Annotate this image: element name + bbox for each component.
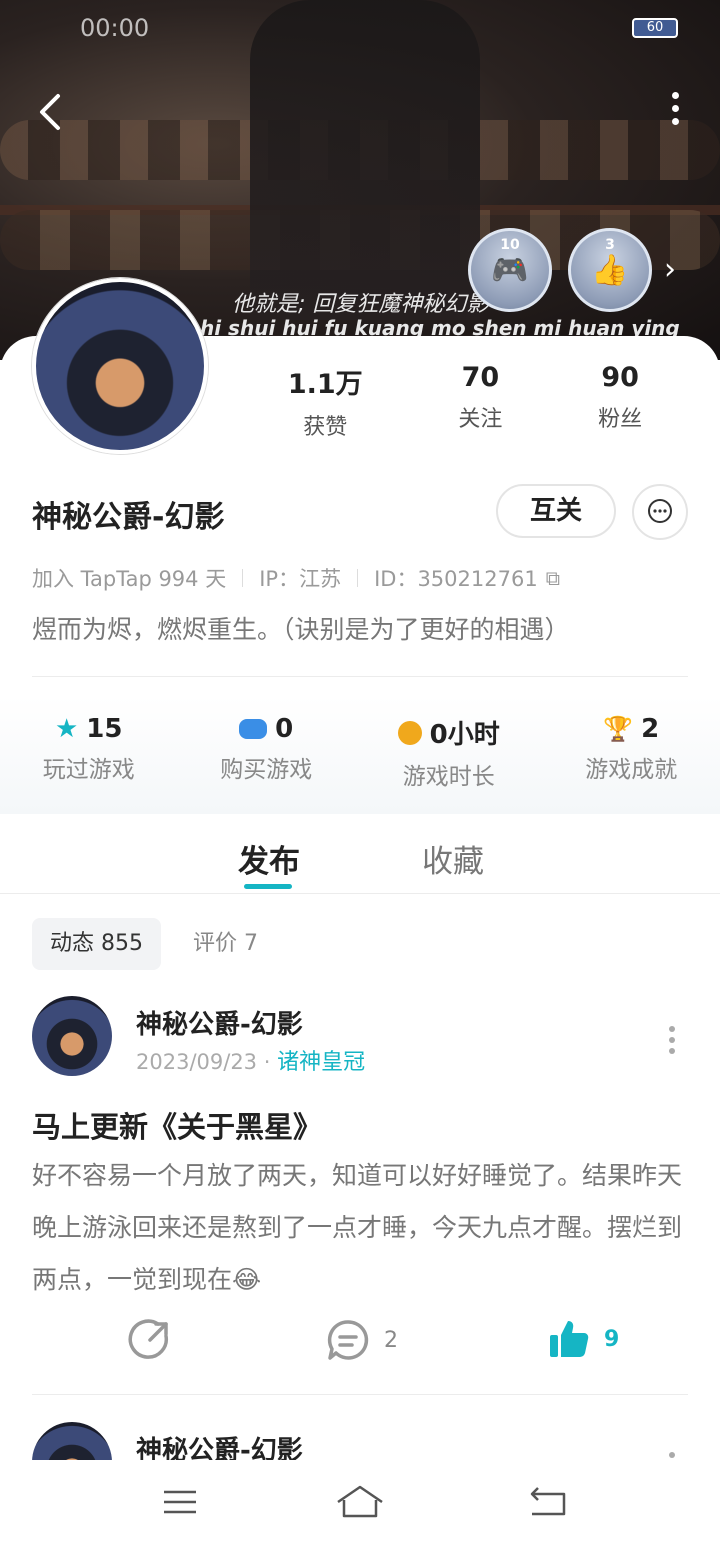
stat-value: 70: [461, 362, 500, 393]
game-stat-label: 玩过游戏: [42, 757, 135, 783]
comment-count: 2: [384, 1327, 398, 1353]
more-dot: [669, 1026, 675, 1032]
post-meta: 2023/09/23 · 诸神皇冠: [136, 1044, 365, 1076]
sub-tabs: 动态 855 评价 7: [32, 918, 276, 970]
post-actions: 2 9: [0, 1318, 720, 1368]
more-dot: [669, 1452, 675, 1458]
game-stat-label: 游戏时长: [402, 764, 495, 790]
stat-label: 获赞: [303, 415, 348, 440]
profile-stats: 1.1万 获赞 70 关注 90 粉丝: [240, 362, 690, 441]
battery-indicator: 60: [632, 18, 678, 38]
more-dot: [671, 92, 679, 99]
cover-figure: [250, 0, 480, 320]
share-icon: [128, 1319, 169, 1359]
game-stat-value: 2: [641, 714, 660, 744]
home-icon: [337, 1485, 383, 1518]
tab-collect[interactable]: 收藏: [422, 836, 484, 881]
post-title[interactable]: 马上更新《关于黑星》: [32, 1104, 322, 1146]
share-button[interactable]: [128, 1318, 172, 1362]
chat-bubble-icon: [648, 499, 672, 523]
divider: [32, 676, 688, 677]
active-tab-indicator: [244, 884, 292, 889]
gamepad-icon: [239, 719, 268, 739]
stat-label: 关注: [458, 407, 503, 432]
game-stat-value: 15: [86, 714, 123, 744]
back-arrow-icon: [530, 1487, 566, 1516]
post-author[interactable]: 神秘公爵-幻影: [136, 1004, 303, 1041]
home-button[interactable]: [336, 1484, 384, 1524]
more-dot: [671, 105, 679, 112]
comment-button[interactable]: 2: [326, 1318, 398, 1362]
star-icon: ★: [54, 714, 79, 744]
back-button[interactable]: [36, 90, 76, 134]
achievement-badge[interactable]: 10 🎮: [468, 228, 552, 312]
stat-followers[interactable]: 90 粉丝: [598, 362, 642, 441]
avatar[interactable]: [32, 278, 208, 454]
like-count: 9: [604, 1326, 620, 1352]
stat-label: 粉丝: [598, 407, 643, 432]
game-stat-label: 购买游戏: [220, 757, 313, 783]
cover-subtitle: 他就是; 回复狂魔神秘幻影: [232, 292, 489, 317]
stat-following[interactable]: 70 关注: [458, 362, 502, 441]
meta-separator: [242, 569, 244, 587]
profile-meta: 加入 TapTap 994 天 IP：江苏 ID：350212761 ⧉: [32, 563, 560, 593]
join-days: 加入 TapTap 994 天: [32, 567, 227, 591]
comment-icon: [327, 1320, 369, 1360]
more-dot: [669, 1048, 675, 1054]
back-nav-button[interactable]: [528, 1484, 568, 1524]
game-stat-label: 游戏成就: [585, 757, 678, 783]
chevron-left-icon: [40, 94, 60, 130]
menu-icon: [164, 1490, 196, 1514]
thumbs-up-icon: 👍: [591, 253, 629, 288]
meta-dot: ·: [263, 1050, 278, 1074]
subtab-review[interactable]: 评价 7: [175, 918, 276, 970]
message-button[interactable]: [632, 484, 688, 540]
like-button[interactable]: 9: [548, 1318, 619, 1360]
post-game-tag[interactable]: 诸神皇冠: [277, 1050, 365, 1075]
game-stat-achievements[interactable]: 🏆 2 游戏成就: [585, 714, 677, 814]
ip-location: IP：江苏: [259, 567, 342, 591]
trophy-icon: 🏆: [603, 715, 634, 743]
game-stat-purchased[interactable]: 0 购买游戏: [220, 714, 312, 814]
user-id: ID：350212761: [374, 567, 538, 591]
achievement-badge[interactable]: 3 👍: [568, 228, 652, 312]
more-options-button[interactable]: [670, 92, 680, 128]
game-stat-value: 0小时: [429, 720, 500, 750]
gamepad-icon: 🎮: [491, 253, 529, 288]
meta-separator: [357, 569, 359, 587]
stat-value: 90: [601, 362, 639, 393]
status-time: 00:00: [80, 14, 150, 42]
chevron-right-icon[interactable]: ›: [664, 252, 676, 287]
menu-button[interactable]: [162, 1484, 198, 1524]
stat-value: 1.1万: [287, 369, 363, 400]
stat-likes[interactable]: 1.1万 获赞: [288, 362, 363, 441]
post-body[interactable]: 好不容易一个月放了两天，知道可以好好睡觉了。结果昨天晚上游泳回来还是熬到了一点才…: [32, 1150, 692, 1306]
copy-icon[interactable]: ⧉: [546, 566, 560, 590]
divider: [32, 1394, 688, 1395]
game-stat-played[interactable]: ★ 15 玩过游戏: [43, 714, 135, 814]
system-nav-bar: [0, 1460, 720, 1544]
more-dot: [669, 1037, 675, 1043]
timer-icon: [397, 720, 422, 745]
tab-publish[interactable]: 发布: [238, 836, 300, 881]
game-stat-playtime[interactable]: 0小时 游戏时长: [397, 714, 500, 814]
content-tabs: 发布 收藏: [0, 814, 720, 894]
profile-name: 神秘公爵-幻影: [32, 500, 225, 535]
thumbs-up-icon: [550, 1321, 589, 1357]
profile-bio: 煜而为烬，燃烬重生。（诀别是为了更好的相遇）: [32, 615, 570, 644]
game-stats: ★ 15 玩过游戏 0 购买游戏 0小时 游戏时长 🏆 2 游戏成就: [0, 696, 720, 814]
badge-number: 3: [605, 237, 615, 253]
game-stat-value: 0: [275, 714, 294, 744]
mutual-follow-button[interactable]: 互关: [496, 484, 616, 538]
subtab-dynamic[interactable]: 动态 855: [32, 918, 161, 970]
more-dot: [671, 118, 679, 125]
post-avatar[interactable]: [32, 996, 112, 1076]
post-date: 2023/09/23: [136, 1050, 258, 1074]
post-more-button[interactable]: [668, 1026, 676, 1059]
badge-number: 10: [500, 237, 520, 253]
